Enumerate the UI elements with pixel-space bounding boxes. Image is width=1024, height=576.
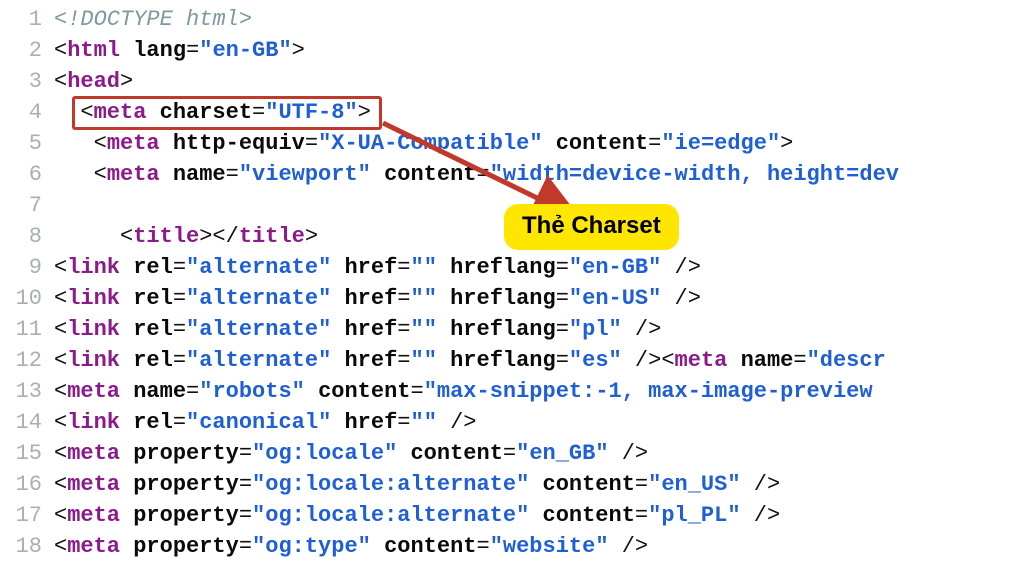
code-line: <title></title> — [54, 221, 1024, 252]
code-content: <!DOCTYPE html> <html lang="en-GB"> <hea… — [54, 4, 1024, 576]
line-number: 16 — [0, 469, 42, 500]
code-line: <meta name="viewport" content="width=dev… — [54, 159, 1024, 190]
line-number: 8 — [0, 221, 42, 252]
line-number: 3 — [0, 66, 42, 97]
line-number: 18 — [0, 531, 42, 562]
code-line: <meta property="og:locale:alternate" con… — [54, 469, 1024, 500]
code-line: <link rel="canonical" href="" /> — [54, 407, 1024, 438]
code-line: <meta charset="UTF-8"> — [54, 97, 1024, 128]
line-number: 5 — [0, 128, 42, 159]
code-line: <meta property="og:type" content="websit… — [54, 531, 1024, 562]
code-line: <link rel="alternate" href="" hreflang="… — [54, 252, 1024, 283]
line-number: 12 — [0, 345, 42, 376]
code-line: <meta name="robots" content="max-snippet… — [54, 376, 1024, 407]
code-line: <link rel="alternate" href="" hreflang="… — [54, 345, 1024, 376]
line-number: 14 — [0, 407, 42, 438]
line-number: 1 — [0, 4, 42, 35]
line-number: 11 — [0, 314, 42, 345]
line-number: 2 — [0, 35, 42, 66]
code-line: <meta property="og:locale:alternate" con… — [54, 500, 1024, 531]
code-line: <meta property="og:locale" content="en_G… — [54, 438, 1024, 469]
code-line: <html lang="en-GB"> — [54, 35, 1024, 66]
line-number: 4 — [0, 97, 42, 128]
line-number-gutter: 1 2 3 4 5 6 7 8 9 10 11 12 13 14 15 16 1… — [0, 4, 54, 576]
line-number: 10 — [0, 283, 42, 314]
line-number: 9 — [0, 252, 42, 283]
line-number: 7 — [0, 190, 42, 221]
code-line: <link rel="alternate" href="" hreflang="… — [54, 283, 1024, 314]
code-line: <head> — [54, 66, 1024, 97]
code-line: <!DOCTYPE html> — [54, 4, 1024, 35]
code-editor: 1 2 3 4 5 6 7 8 9 10 11 12 13 14 15 16 1… — [0, 0, 1024, 576]
line-number: 13 — [0, 376, 42, 407]
code-line: <link rel="alternate" href="" hreflang="… — [54, 314, 1024, 345]
line-number: 6 — [0, 159, 42, 190]
line-number: 15 — [0, 438, 42, 469]
code-line: <meta http-equiv="X-UA-Compatible" conte… — [54, 128, 1024, 159]
line-number: 17 — [0, 500, 42, 531]
code-line — [54, 190, 1024, 221]
